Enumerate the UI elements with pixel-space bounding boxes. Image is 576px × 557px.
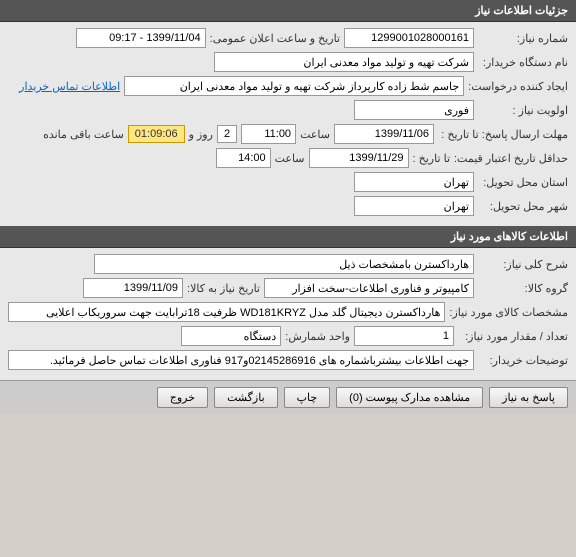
qty-input[interactable] xyxy=(354,326,454,346)
section1-header: جزئیات اطلاعات نیاز xyxy=(0,0,576,22)
row-creator: ایجاد کننده درخواست: اطلاعات تماس خریدار xyxy=(8,76,568,96)
row-min-validity: حداقل تاریخ اعتبار قیمت: تا تاریخ : ساعت xyxy=(8,148,568,168)
priority-label: اولویت نیاز : xyxy=(478,104,568,117)
general-desc-input[interactable] xyxy=(94,254,474,274)
print-button[interactable]: چاپ xyxy=(284,387,331,408)
row-buyer: نام دستگاه خریدار: xyxy=(8,52,568,72)
buyer-notes-label: توضیحات خریدار: xyxy=(478,354,568,367)
province-input[interactable] xyxy=(354,172,474,192)
qty-label: تعداد / مقدار مورد نیاز: xyxy=(458,330,568,343)
min-validity-time-label: ساعت xyxy=(275,152,305,165)
spec-label: مشخصات کالای مورد نیاز: xyxy=(449,306,568,319)
announce-label: تاریخ و ساعت اعلان عمومی: xyxy=(210,32,340,45)
request-number-input[interactable] xyxy=(344,28,474,48)
creator-label: ایجاد کننده درخواست: xyxy=(468,80,568,93)
deadline-time-label: ساعت xyxy=(300,128,330,141)
row-spec: مشخصات کالای مورد نیاز: xyxy=(8,302,568,322)
row-qty: تعداد / مقدار مورد نیاز: واحد شمارش: xyxy=(8,326,568,346)
min-validity-time-input[interactable] xyxy=(216,148,271,168)
min-validity-label: حداقل تاریخ اعتبار قیمت: xyxy=(454,152,568,165)
row-buyer-notes: توضیحات خریدار: xyxy=(8,350,568,370)
deadline-time-input[interactable] xyxy=(241,124,296,144)
spec-input[interactable] xyxy=(8,302,445,322)
row-city: شهر محل تحویل: xyxy=(8,196,568,216)
row-deadline: مهلت ارسال پاسخ: تا تاریخ : ساعت 2 روز و… xyxy=(8,124,568,144)
need-date-input[interactable] xyxy=(83,278,183,298)
remain-label: ساعت باقی مانده xyxy=(43,128,124,141)
row-province: استان محل تحویل: xyxy=(8,172,568,192)
back-button[interactable]: بازگشت xyxy=(214,387,278,408)
section2-body: شرح کلی نیاز: گروه کالا: تاریخ نیاز به ک… xyxy=(0,248,576,380)
province-label: استان محل تحویل: xyxy=(478,176,568,189)
group-input[interactable] xyxy=(264,278,474,298)
exit-button[interactable]: خروج xyxy=(157,387,208,408)
min-validity-label2: تا تاریخ : xyxy=(413,152,450,165)
need-date-label: تاریخ نیاز به کالا: xyxy=(187,282,260,295)
section1-body: شماره نیاز: تاریخ و ساعت اعلان عمومی: نا… xyxy=(0,22,576,226)
creator-input[interactable] xyxy=(124,76,464,96)
deadline-label: مهلت ارسال پاسخ: تا تاریخ : xyxy=(438,128,568,141)
row-general-desc: شرح کلی نیاز: xyxy=(8,254,568,274)
row-priority: اولویت نیاز : xyxy=(8,100,568,120)
view-docs-button[interactable]: مشاهده مدارک پیوست (0) xyxy=(336,387,483,408)
deadline-date-input[interactable] xyxy=(334,124,434,144)
announce-input[interactable] xyxy=(76,28,206,48)
group-label: گروه کالا: xyxy=(478,282,568,295)
button-bar: پاسخ به نیاز مشاهده مدارک پیوست (0) چاپ … xyxy=(0,380,576,414)
buyer-label: نام دستگاه خریدار: xyxy=(478,56,568,69)
request-number-label: شماره نیاز: xyxy=(478,32,568,45)
days-label: روز و xyxy=(189,128,213,141)
reply-button[interactable]: پاسخ به نیاز xyxy=(489,387,568,408)
section2-header: اطلاعات کالاهای مورد نیاز xyxy=(0,226,576,248)
buyer-input[interactable] xyxy=(214,52,474,72)
row-group: گروه کالا: تاریخ نیاز به کالا: xyxy=(8,278,568,298)
row-request-number: شماره نیاز: تاریخ و ساعت اعلان عمومی: xyxy=(8,28,568,48)
priority-input[interactable] xyxy=(354,100,474,120)
countdown-timer: 01:09:06 xyxy=(128,125,185,143)
days-box: 2 xyxy=(217,125,237,143)
unit-label: واحد شمارش: xyxy=(285,330,350,343)
buyer-contact-link[interactable]: اطلاعات تماس خریدار xyxy=(19,80,120,93)
city-label: شهر محل تحویل: xyxy=(478,200,568,213)
buyer-notes-input[interactable] xyxy=(8,350,474,370)
city-input[interactable] xyxy=(354,196,474,216)
min-validity-date-input[interactable] xyxy=(309,148,409,168)
general-desc-label: شرح کلی نیاز: xyxy=(478,258,568,271)
unit-input[interactable] xyxy=(181,326,281,346)
